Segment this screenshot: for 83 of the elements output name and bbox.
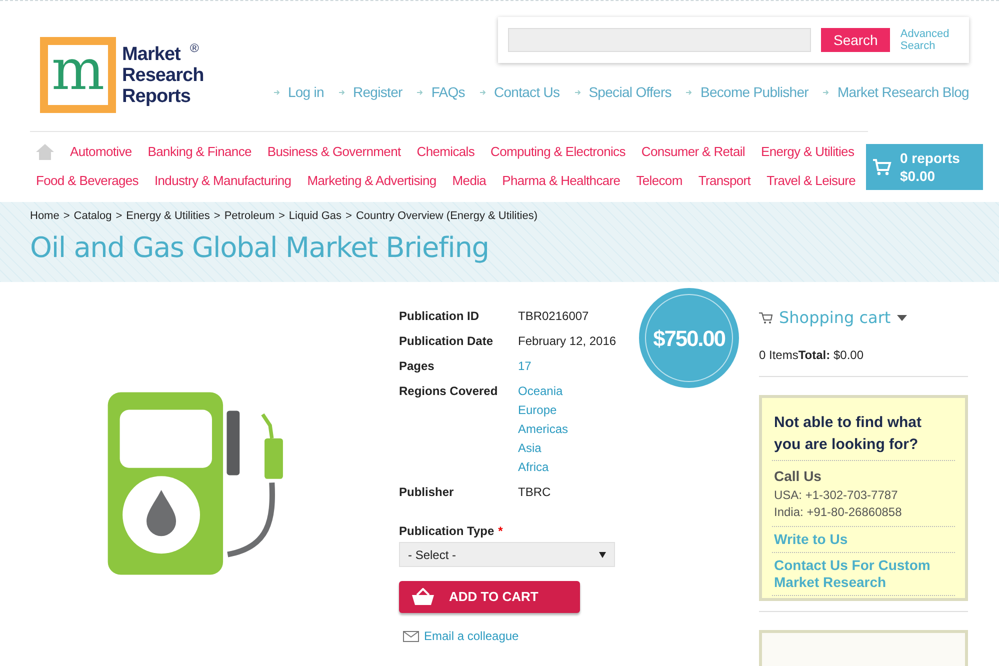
arrow-icon (274, 90, 280, 95)
detail-label: Pages (399, 358, 436, 375)
category-link[interactable]: Transport (698, 170, 751, 190)
call-us-heading: Call Us (774, 467, 822, 486)
arrow-icon (338, 90, 345, 95)
help-title: Not able to find what you are looking for? (772, 412, 955, 461)
detail-link[interactable]: Asia (518, 439, 568, 457)
detail-value: February 12, 2016 (518, 333, 616, 350)
breadcrumb-separator: > (214, 209, 220, 224)
cart-summary-button[interactable]: 0 reports $0.00 (866, 144, 983, 190)
cart-items-count: 0 Items (759, 347, 798, 364)
category-link[interactable]: Media (452, 170, 486, 190)
logo-text: Market Research Reports ® (122, 44, 204, 106)
top-nav-link[interactable]: Market Research Blog (837, 82, 969, 103)
home-icon[interactable] (36, 144, 54, 160)
detail-label: Regions Covered (399, 383, 499, 400)
search-button[interactable]: Search (820, 28, 890, 52)
category-link[interactable]: Food & Beverages (36, 170, 138, 190)
top-nav-link[interactable]: Become Publisher (700, 82, 808, 103)
dropdown-caret-icon[interactable] (896, 315, 907, 321)
detail-link[interactable]: Oceania (518, 382, 568, 400)
category-link[interactable]: Banking & Finance (148, 142, 252, 162)
category-link[interactable]: Pharma & Healthcare (502, 170, 620, 190)
detail-label: Publication ID (399, 308, 480, 325)
category-link[interactable]: Telecom (636, 170, 682, 190)
detail-label: Publication Date (399, 333, 494, 350)
category-link[interactable]: Consumer & Retail (641, 142, 745, 162)
breadcrumb-link[interactable]: Petroleum (224, 208, 274, 224)
arrow-icon (686, 90, 692, 95)
field-label: Publication Type (399, 524, 494, 538)
detail-link[interactable]: Europe (518, 401, 568, 419)
category-link[interactable]: Industry & Manufacturing (154, 170, 292, 190)
page-title: Oil and Gas Global Market Briefing (30, 230, 490, 266)
detail-value: TBR0216007 (518, 308, 589, 325)
category-link[interactable]: Travel & Leisure (766, 170, 856, 190)
category-link[interactable]: Energy & Utilities (760, 142, 854, 162)
breadcrumb-link[interactable]: Liquid Gas (288, 208, 342, 224)
cart-icon (872, 158, 892, 176)
detail-value: TBRC (518, 484, 551, 501)
breadcrumb-separator: > (346, 209, 352, 224)
basket-icon (411, 588, 435, 606)
breadcrumb-separator: > (63, 209, 70, 224)
breadcrumb-separator: > (116, 209, 122, 224)
required-mark: * (498, 524, 503, 538)
detail-label: Publisher (399, 484, 455, 501)
category-link[interactable]: Marketing & Advertising (307, 170, 436, 190)
detail-link[interactable]: 17 (518, 357, 532, 375)
category-link[interactable]: Computing & Electronics (490, 142, 626, 162)
category-link[interactable]: Automotive (70, 142, 132, 162)
top-nav-link[interactable]: FAQs (431, 82, 465, 103)
top-nav-link[interactable]: Contact Us (494, 82, 560, 103)
arrow-icon (823, 90, 830, 95)
add-to-cart-button[interactable]: ADD TO CART (399, 581, 580, 613)
cart-icon (759, 312, 773, 324)
search-field[interactable] (508, 28, 811, 52)
arrow-icon (480, 90, 486, 95)
shopping-cart-title: Shopping cart (779, 307, 891, 329)
logo-letter: m (51, 43, 105, 99)
phone-number: India: +91-80-26860858 (774, 504, 903, 521)
category-link[interactable]: Chemicals (416, 142, 475, 162)
arrow-icon (417, 90, 424, 95)
cart-total: Total: $0.00 (798, 347, 864, 364)
detail-link[interactable]: Africa (518, 458, 568, 476)
detail-link[interactable]: Americas (518, 420, 568, 438)
breadcrumb-link[interactable]: Energy & Utilities (126, 208, 210, 224)
breadcrumb-link[interactable]: Catalog (74, 208, 112, 224)
category-link[interactable]: Business & Government (267, 142, 401, 162)
top-nav-link[interactable]: Register (352, 82, 402, 103)
breadcrumb-separator: > (278, 209, 285, 224)
help-link[interactable]: Write to Us (774, 531, 953, 548)
email-colleague-link[interactable]: Email a colleague (424, 627, 519, 645)
price-badge: $750.00 (639, 288, 739, 388)
help-link[interactable]: Contact Us For Custom Market Research (774, 557, 953, 591)
phone-number: USA: +1-302-703-7787 (774, 487, 899, 504)
dropdown-caret-icon (599, 552, 606, 558)
publication-type-select[interactable]: - Select - (399, 542, 615, 567)
top-nav-link[interactable]: Special Offers (588, 82, 672, 103)
advanced-search-link[interactable]: Advanced Search (900, 28, 959, 52)
envelope-icon (403, 630, 419, 642)
arrow-icon (574, 90, 581, 95)
breadcrumb-link[interactable]: Country Overview (Energy & Utilities) (356, 208, 538, 224)
breadcrumb-link[interactable]: Home (30, 208, 60, 224)
top-nav-link[interactable]: Log in (288, 82, 324, 103)
